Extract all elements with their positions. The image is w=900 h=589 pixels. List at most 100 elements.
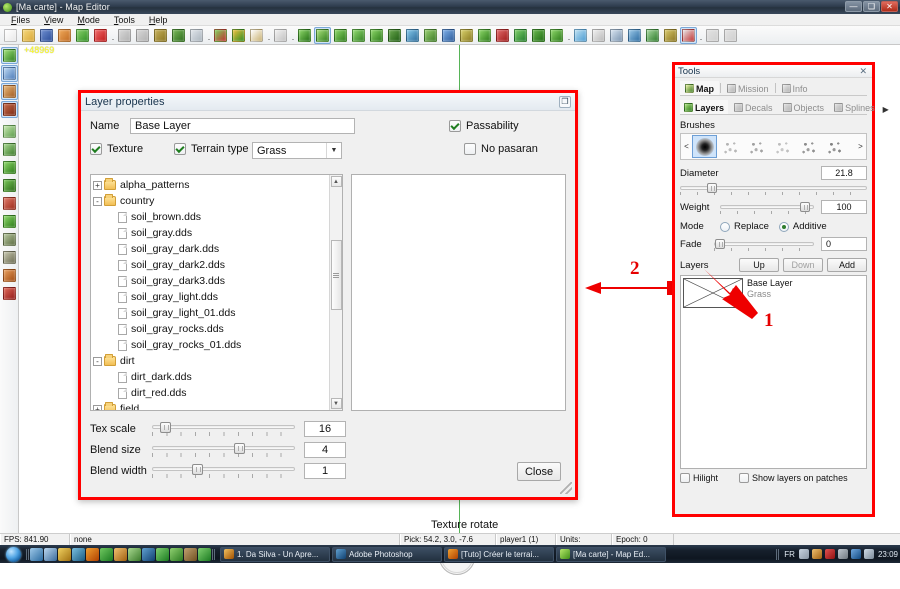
terrain-paint-icon[interactable] (314, 26, 331, 44)
disabled-b-icon[interactable] (722, 27, 739, 44)
flag-tool-icon[interactable] (1, 195, 18, 212)
terrain-noise-icon[interactable] (386, 27, 403, 44)
hilight-option[interactable]: Hilight (680, 473, 718, 483)
no-pasaran-checkbox[interactable] (464, 143, 476, 155)
effects-icon[interactable] (626, 27, 643, 44)
grid-green-icon[interactable] (230, 27, 247, 44)
marker-tool-icon[interactable] (1, 267, 18, 284)
tab-map[interactable]: Map (680, 81, 719, 95)
texture-tree-scrollbar[interactable]: ▲ ▼ (329, 175, 342, 410)
browser-icon[interactable] (100, 547, 113, 561)
brush-prev-button[interactable]: < (682, 142, 691, 151)
slider-track-blend-size[interactable] (152, 442, 295, 458)
tree-expander-+[interactable]: + (93, 404, 102, 410)
weight-slider[interactable] (720, 201, 814, 214)
prop-icon[interactable] (548, 27, 565, 44)
no-pasaran-row[interactable]: No pasaran (464, 143, 538, 155)
tree-expander-+[interactable]: + (93, 180, 102, 190)
texture-checkbox-row[interactable]: Texture (90, 143, 143, 155)
terrain-hole-icon[interactable] (404, 27, 421, 44)
mode-option-additive[interactable]: Additive (778, 221, 827, 232)
tree-item[interactable]: + field (93, 401, 342, 410)
passability-checkbox[interactable] (449, 120, 461, 132)
tree-item[interactable]: + alpha_patterns (93, 177, 342, 193)
cloud-icon[interactable] (188, 27, 205, 44)
texture-tree[interactable]: + alpha_patterns - country soil_brown.dds soi… (90, 174, 343, 411)
scroll-up-button[interactable]: ▲ (330, 176, 342, 187)
tree-item[interactable]: soil_gray_rocks_01.dds (93, 337, 342, 353)
mail-icon[interactable] (44, 547, 57, 561)
diameter-value[interactable]: 21.8 (821, 166, 867, 180)
slider-knob[interactable] (160, 422, 171, 433)
cursor-icon[interactable] (272, 27, 289, 44)
terrain-smooth-icon[interactable] (350, 27, 367, 44)
terrain-brush-icon[interactable] (332, 27, 349, 44)
tab-mission[interactable]: Mission (722, 81, 774, 95)
slider-value[interactable]: 16 (304, 421, 346, 437)
diameter-slider[interactable] (680, 182, 867, 195)
hilight-checkbox[interactable] (680, 473, 690, 483)
layer-properties-dialog[interactable]: Layer properties ❐ Name Base Layer Passa… (78, 90, 578, 575)
vehicle-tool-icon[interactable] (1, 249, 18, 266)
bunker-tool-icon[interactable] (0, 101, 18, 118)
tank-tool-icon[interactable] (1, 231, 18, 248)
checker-icon[interactable] (248, 27, 265, 44)
new-icon[interactable] (2, 27, 19, 44)
fade-slider[interactable] (714, 238, 814, 251)
slider-value[interactable]: 4 (304, 442, 346, 458)
terrain-1-icon[interactable] (296, 27, 313, 44)
printer-icon[interactable] (837, 549, 848, 559)
tool-icon[interactable] (184, 547, 197, 561)
archive-icon[interactable] (128, 547, 141, 561)
tree-item[interactable]: dirt_red.dds (93, 385, 342, 401)
terrain-ramp-icon[interactable] (422, 27, 439, 44)
task-list-grip[interactable] (211, 547, 216, 561)
antivirus-icon[interactable] (824, 549, 835, 559)
tray-grip[interactable] (775, 547, 780, 561)
terrain-type-select[interactable]: Grass ▼ (252, 142, 342, 159)
star-brush[interactable] (718, 135, 743, 158)
undo-icon[interactable] (116, 27, 133, 44)
radio-additive[interactable] (778, 221, 789, 232)
firefox-icon[interactable] (86, 547, 99, 561)
show-desktop-icon[interactable] (30, 547, 43, 561)
media-icon[interactable] (72, 547, 85, 561)
road-tool-icon[interactable] (1, 177, 18, 194)
menu-item-mode[interactable]: Mode (70, 14, 107, 26)
weight-value[interactable]: 100 (821, 200, 867, 214)
flash-icon[interactable] (58, 547, 71, 561)
passability-row[interactable]: Passability (449, 120, 519, 132)
layer-down-button[interactable]: Down (783, 258, 823, 272)
taskbar-button[interactable]: [Tuto] Créer le terrai... (444, 546, 554, 562)
select-tool-icon[interactable] (0, 47, 18, 64)
apply-icon[interactable] (74, 27, 91, 44)
rock-icon[interactable] (458, 27, 475, 44)
menu-item-help[interactable]: Help (142, 14, 175, 26)
safely-remove-icon[interactable] (811, 549, 822, 559)
taskbar-button[interactable]: Adobe Photoshop (332, 546, 442, 562)
paint-tool-icon[interactable] (1, 159, 18, 176)
show-layers-option[interactable]: Show layers on patches (739, 473, 848, 483)
slider-track-tex-scale[interactable] (152, 421, 295, 437)
terrain-type-checkbox[interactable] (174, 143, 186, 155)
object-icon[interactable] (512, 27, 529, 44)
script-icon[interactable] (92, 27, 109, 44)
tree-item[interactable]: dirt_dark.dds (93, 369, 342, 385)
tree-item[interactable]: soil_gray_rocks.dds (93, 321, 342, 337)
taskbar-button[interactable]: 1. Da Silva - Un Apre... (220, 546, 330, 562)
show-layers-checkbox[interactable] (739, 473, 750, 483)
tree-item[interactable]: soil_gray_dark3.dds (93, 273, 342, 289)
tools-panel-close-icon[interactable]: ✕ (857, 66, 869, 77)
quick-launch-grip[interactable] (25, 547, 30, 561)
subtab-splines[interactable]: Splines (830, 100, 879, 114)
dialog-resize-grip[interactable] (560, 482, 572, 494)
tree-tool-icon[interactable] (170, 27, 187, 44)
clock[interactable]: 23:09 (878, 550, 898, 559)
photoshop-icon[interactable] (142, 547, 155, 561)
tree-item[interactable]: soil_gray_light_01.dds (93, 305, 342, 321)
tree-tool2-icon[interactable] (1, 285, 18, 302)
subtab-decals[interactable]: Decals (730, 100, 777, 114)
fade-value[interactable]: 0 (821, 237, 867, 251)
start-button[interactable] (1, 546, 25, 562)
subtab-objects[interactable]: Objects (779, 100, 829, 114)
